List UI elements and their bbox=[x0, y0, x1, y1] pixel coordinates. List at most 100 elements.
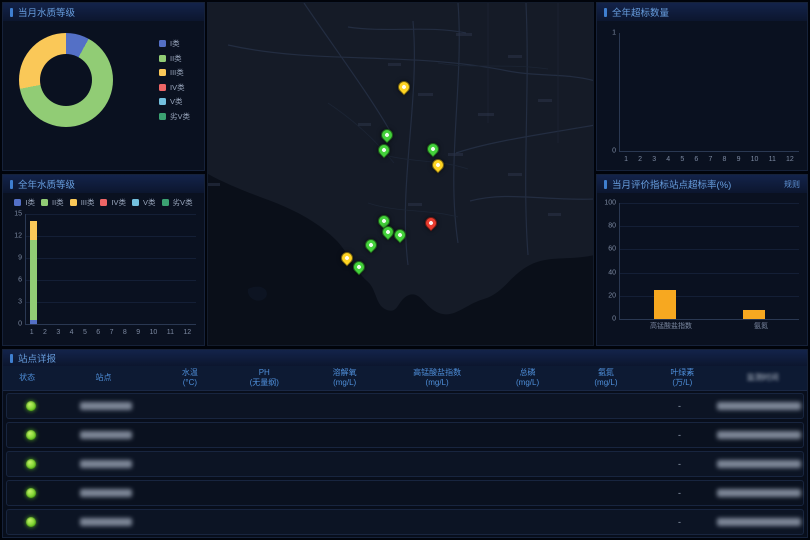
x-tick-label: 1 bbox=[624, 156, 628, 163]
legend-item-V类[interactable]: V类 bbox=[132, 197, 156, 208]
station-table-row[interactable]: - bbox=[6, 393, 804, 419]
legend-swatch bbox=[162, 199, 169, 206]
x-tick-label: 1 bbox=[30, 329, 34, 336]
panel-title: 当月水质等级 bbox=[18, 5, 75, 19]
water-quality-dashboard: 当月水质等级 I类II类III类IV类V类劣V类 全年水质等级 I类II类III… bbox=[0, 0, 810, 540]
panel-title: 全年超标数量 bbox=[612, 5, 669, 19]
legend-label: III类 bbox=[170, 67, 184, 78]
rules-link[interactable]: 规则 bbox=[784, 179, 800, 190]
y-axis: 01 bbox=[601, 33, 619, 163]
year-quality-legend: I类 II类 III类 IV类 V类劣V类 bbox=[3, 193, 204, 210]
station-name-cell bbox=[55, 402, 158, 410]
station-name-cell bbox=[55, 460, 158, 468]
x-tick-label: 8 bbox=[123, 329, 127, 336]
station-table-row[interactable]: - bbox=[6, 451, 804, 477]
y-tick-label: 15 bbox=[14, 211, 22, 218]
column-header-3: PH(无量纲) bbox=[224, 368, 304, 389]
year-quality-chart[interactable]: 03691215 123456789101112 bbox=[3, 210, 204, 338]
legend-item-II类[interactable]: II类 bbox=[159, 53, 190, 64]
legend-label: II类 bbox=[52, 197, 64, 208]
column-header-0: 状态 bbox=[3, 373, 51, 383]
legend-label: I类 bbox=[170, 38, 180, 49]
month-quality-donut-chart[interactable] bbox=[19, 33, 113, 127]
y-tick-label: 12 bbox=[14, 233, 22, 240]
column-header-8: 叶绿素(万/L) bbox=[646, 368, 718, 389]
left-column: 当月水质等级 I类II类III类IV类V类劣V类 全年水质等级 I类II类III… bbox=[2, 2, 205, 346]
gridline bbox=[26, 214, 196, 215]
legend-item-III类[interactable]: III类 bbox=[70, 197, 95, 208]
map-canvas[interactable] bbox=[207, 2, 594, 346]
plot-area[interactable] bbox=[25, 214, 196, 325]
station-table-row[interactable]: - bbox=[6, 422, 804, 448]
x-tick-label: 3 bbox=[56, 329, 60, 336]
column-header-1: 站点 bbox=[51, 373, 156, 383]
station-table-header: 状态站点水温(°C)PH(无量纲)溶解氧(mg/L)高锰酸盐指数(mg/L)总磷… bbox=[3, 366, 807, 391]
x-tick-label: 11 bbox=[167, 329, 174, 336]
gridline bbox=[620, 203, 799, 204]
gridline bbox=[620, 249, 799, 250]
rate-bar-氨氮 bbox=[743, 310, 765, 319]
panel-month-rate: 当月评价指标站点超标率(%) 规则 020406080100 高锰酸盐指数氨氮 bbox=[596, 174, 808, 346]
monitor-time-redacted bbox=[717, 518, 801, 526]
legend-item-劣V类[interactable]: 劣V类 bbox=[162, 197, 193, 208]
chlorophyll-value: - bbox=[678, 517, 681, 527]
monitor-time-cell bbox=[715, 402, 803, 410]
x-tick-label: 10 bbox=[150, 329, 158, 336]
column-header-6: 总磷(mg/L) bbox=[489, 368, 565, 389]
station-name-cell bbox=[55, 431, 158, 439]
status-cell bbox=[7, 459, 55, 469]
map-basemap bbox=[208, 3, 594, 346]
y-tick-label: 3 bbox=[18, 299, 22, 306]
status-cell bbox=[7, 488, 55, 498]
x-tick-label: 2 bbox=[43, 329, 47, 336]
plot-area[interactable] bbox=[619, 203, 799, 320]
station-table-row[interactable]: - bbox=[6, 480, 804, 506]
legend-item-II类[interactable]: II类 bbox=[41, 197, 64, 208]
legend-item-IV类[interactable]: IV类 bbox=[100, 197, 126, 208]
plot-area[interactable] bbox=[619, 33, 799, 152]
legend-item-III类[interactable]: III类 bbox=[159, 67, 190, 78]
month-rate-chart[interactable]: 020406080100 高锰酸盐指数氨氮 bbox=[597, 199, 807, 333]
station-table-row[interactable]: - bbox=[6, 509, 804, 535]
column-header-7: 氨氮(mg/L) bbox=[566, 368, 646, 389]
legend-label: V类 bbox=[143, 197, 156, 208]
legend-item-IV类[interactable]: IV类 bbox=[159, 82, 190, 93]
status-indicator-normal bbox=[26, 488, 36, 498]
legend-swatch bbox=[41, 199, 48, 206]
monitor-time-cell bbox=[715, 431, 803, 439]
title-accent bbox=[10, 354, 13, 363]
legend-item-劣V类[interactable]: 劣V类 bbox=[159, 111, 190, 122]
x-tick-label: 5 bbox=[83, 329, 87, 336]
legend-label: III类 bbox=[81, 197, 95, 208]
panel-title: 站点详报 bbox=[18, 351, 56, 365]
stacked-bar-segment-II类 bbox=[30, 240, 37, 321]
legend-item-V类[interactable]: V类 bbox=[159, 96, 190, 107]
legend-label: II类 bbox=[170, 53, 182, 64]
stacked-bar-segment-III类 bbox=[30, 221, 37, 239]
legend-swatch bbox=[14, 199, 21, 206]
x-tick-label: 9 bbox=[136, 329, 140, 336]
stacked-bar-segment-I类 bbox=[30, 320, 37, 324]
y-tick-label: 40 bbox=[608, 269, 616, 276]
gridline bbox=[620, 226, 799, 227]
x-tick-label: 3 bbox=[652, 156, 656, 163]
chlorophyll-cell: - bbox=[644, 517, 716, 527]
x-tick-label: 6 bbox=[96, 329, 100, 336]
legend-label: IV类 bbox=[170, 82, 185, 93]
year-exceed-chart[interactable]: 01 123456789101112 bbox=[597, 29, 807, 165]
monitor-time-redacted bbox=[717, 402, 801, 410]
chlorophyll-cell: - bbox=[644, 459, 716, 469]
month-quality-legend: I类 II类 III类 IV类 V类劣V类 bbox=[159, 35, 190, 126]
chlorophyll-value: - bbox=[678, 488, 681, 498]
x-tick-label: 氨氮 bbox=[754, 321, 768, 331]
legend-item-I类[interactable]: I类 bbox=[159, 38, 190, 49]
station-name-redacted bbox=[80, 489, 132, 497]
right-column: 全年超标数量 01 123456789101112 当月评价指标站点超标率(%)… bbox=[596, 2, 808, 346]
station-name-cell bbox=[55, 489, 158, 497]
panel-title: 全年水质等级 bbox=[18, 177, 75, 191]
gridline bbox=[26, 236, 196, 237]
title-accent bbox=[604, 8, 607, 17]
panel-title: 当月评价指标站点超标率(%) bbox=[612, 177, 731, 191]
legend-item-I类[interactable]: I类 bbox=[14, 197, 35, 208]
gridline bbox=[26, 258, 196, 259]
